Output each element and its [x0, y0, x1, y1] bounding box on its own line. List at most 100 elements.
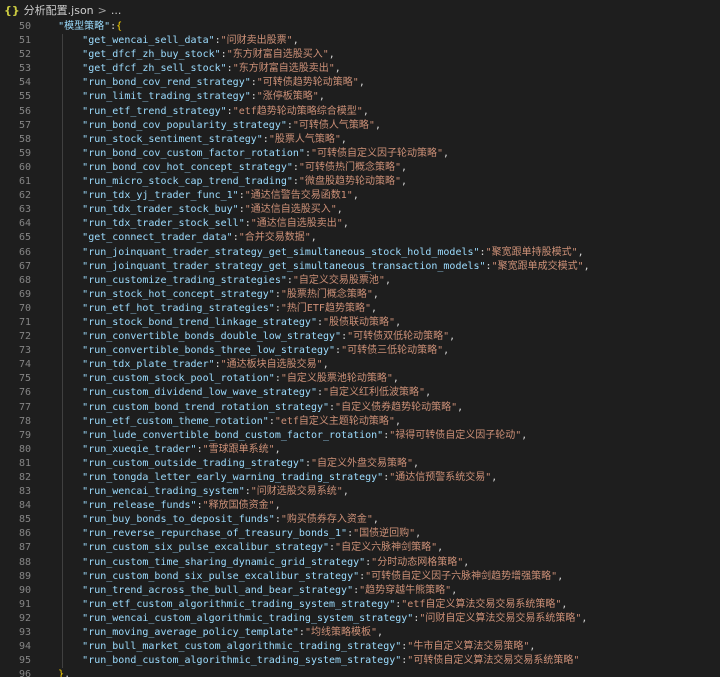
line-number: 67 — [18, 260, 31, 272]
comma: , — [437, 542, 444, 554]
json-value: "均线策略模板" — [304, 627, 377, 639]
comma: , — [352, 190, 359, 202]
code-line: 51 "get_wencai_sell_data":"问财卖出股票", — [0, 34, 720, 49]
code-line: 61 "run_micro_stock_cap_trend_trading":"… — [0, 175, 720, 190]
line-number: 76 — [18, 387, 31, 399]
line-code: "get_dfcf_zh_sell_stock":"东方财富自选股卖出", — [34, 62, 341, 76]
json-key: "run_tdx_plate_trader" — [82, 359, 215, 371]
line-number: 90 — [18, 584, 31, 596]
comma: , — [581, 612, 588, 624]
json-key: "run_etf_hot_trading_strategies" — [82, 302, 275, 314]
json-key: "run_bond_cov_popularity_strategy" — [82, 119, 287, 131]
json-key: "run_custom_time_sharing_dynamic_grid_st… — [82, 556, 366, 568]
line-number: 83 — [18, 486, 31, 498]
line-number: 53 — [18, 63, 31, 75]
json-key: "get_connect_trader_data" — [82, 232, 233, 244]
code-line: 78 "run_etf_custom_theme_rotation":"etf自… — [0, 414, 720, 429]
open-brace: { — [116, 21, 123, 32]
json-key: "get_wencai_sell_data" — [82, 35, 215, 47]
line-code: "run_stock_bond_trend_linkage_strategy":… — [34, 316, 401, 330]
json-value: "可转债自定义算法交易交易系统策略" — [407, 655, 580, 667]
json-key: "run_bond_cov_custom_factor_rotation" — [82, 147, 305, 159]
line-number: 88 — [18, 556, 31, 568]
json-value: "牛市自定义算法交易策略" — [407, 641, 530, 653]
line-number: 63 — [18, 204, 31, 216]
breadcrumb-more[interactable]: ... — [111, 4, 122, 17]
json-key: "run_etf_custom_algorithmic_trading_syst… — [82, 598, 396, 610]
comma: , — [491, 472, 498, 483]
code-line: 54 "run_bond_cov_rend_strategy":"可转债趋势轮动… — [0, 76, 720, 91]
breadcrumb-file-name[interactable]: 分析配置.json — [24, 2, 94, 18]
json-key: "run_stock_sentiment_strategy" — [82, 133, 263, 145]
chevron-right-icon: > — [97, 3, 107, 17]
json-value: "自定义交易股票池" — [292, 274, 385, 286]
json-value: "微盘股趋势轮动策略" — [298, 176, 401, 188]
line-number: 62 — [18, 190, 31, 202]
line-number: 58 — [18, 133, 31, 145]
line-number: 92 — [18, 612, 31, 624]
line-code: "run_tdx_plate_trader":"通达板块自选股交易", — [34, 358, 329, 372]
json-value: "聚宽跟单成交模式" — [491, 260, 584, 272]
json-value: "东方财富自选股买入" — [226, 49, 329, 61]
line-code: "run_custom_bond_trend_rotation_strategy… — [34, 401, 463, 415]
code-line: 63 "run_tdx_trader_stock_buy":"通达信自选股买入"… — [0, 203, 720, 218]
code-line: 83 "run_wencai_trading_system":"问财选股交易系统… — [0, 485, 720, 500]
comma: , — [577, 246, 584, 258]
json-value: "国债逆回购" — [353, 528, 416, 540]
code-line: 69 "run_stock_hot_concept_strategy":"股票热… — [0, 287, 720, 302]
comma: , — [310, 232, 317, 244]
json-key: "run_convertible_bonds_three_low_strateg… — [82, 345, 336, 357]
line-code: "run_etf_trend_strategy":"etf趋势轮动策略综合模型"… — [34, 105, 369, 119]
code-line: 89 "run_custom_bond_six_pulse_excalibur_… — [0, 569, 720, 584]
line-code: "run_wencai_custom_algorithmic_trading_s… — [34, 612, 587, 626]
comma: , — [342, 218, 349, 230]
json-key: "run_bond_cov_hot_concept_strategy" — [82, 161, 293, 173]
line-number: 54 — [18, 77, 31, 89]
line-code: "run_bull_market_custom_algorithmic_trad… — [34, 640, 535, 654]
code-line: 80 "run_xueqie_trader":"雪球跟单系统", — [0, 442, 720, 457]
json-value: "股票人气策略" — [268, 133, 341, 145]
line-number: 75 — [18, 373, 31, 385]
comma: , — [451, 584, 458, 596]
json-key: "run_custom_outside_trading_strategy" — [82, 457, 305, 469]
json-value: "聚宽跟单持股模式" — [485, 246, 578, 258]
code-line: 57 "run_bond_cov_popularity_strategy":"可… — [0, 118, 720, 133]
line-code: "run_convertible_bonds_double_low_strate… — [34, 330, 455, 344]
line-number: 93 — [18, 627, 31, 639]
json-key: "run_custom_bond_six_pulse_excalibur_str… — [82, 570, 360, 582]
line-number: 94 — [18, 641, 31, 653]
code-line: 87 "run_custom_six_pulse_excalibur_strat… — [0, 541, 720, 556]
json-value: "通达信自选股买入" — [244, 204, 337, 216]
line-number: 85 — [18, 514, 31, 526]
json-value: "自定义股票池轮动策略" — [280, 373, 393, 385]
line-code: "run_reverse_repurchase_of_treasury_bond… — [34, 527, 421, 541]
line-number: 78 — [18, 415, 31, 427]
json-key: "run_reverse_repurchase_of_treasury_bond… — [82, 528, 348, 540]
json-value: "通达信自选股卖出" — [250, 218, 343, 230]
code-line: 92 "run_wencai_custom_algorithmic_tradin… — [0, 611, 720, 627]
code-line: 65 "get_connect_trader_data":"合并交易数据", — [0, 231, 720, 246]
line-code: "run_bond_cov_hot_concept_strategy":"可转债… — [34, 161, 407, 175]
json-value: "雪球跟单系统" — [202, 443, 275, 455]
json-key: "run_tdx_trader_stock_sell" — [82, 218, 245, 230]
line-code: "run_limit_trading_strategy":"涨停板策略", — [34, 90, 325, 104]
line-code: "run_release_funds":"释放国债资金", — [34, 499, 281, 513]
code-line: 72 "run_convertible_bonds_double_low_str… — [0, 330, 720, 345]
comma: , — [561, 598, 568, 610]
code-editor[interactable]: 50 "模型策略":{51 "get_wencai_sell_data":"问财… — [0, 20, 720, 677]
line-code: "run_moving_average_policy_template":"均线… — [34, 626, 383, 640]
line-code: "run_lude_convertible_bond_custom_factor… — [34, 429, 527, 443]
line-number: 91 — [18, 598, 31, 610]
comma: , — [415, 528, 422, 540]
code-line: 56 "run_etf_trend_strategy":"etf趋势轮动策略综合… — [0, 104, 720, 119]
json-key: "run_etf_custom_theme_rotation" — [82, 415, 269, 427]
comma: , — [457, 401, 464, 413]
json-key: "run_etf_trend_strategy" — [82, 105, 227, 117]
line-code: "run_custom_dividend_low_wave_strategy":… — [34, 386, 431, 400]
json-key: "run_moving_average_policy_template" — [82, 627, 299, 639]
line-code: "run_custom_bond_six_pulse_excalibur_str… — [34, 570, 563, 584]
line-number: 87 — [18, 542, 31, 554]
comma: , — [374, 119, 381, 131]
line-number: 96 — [18, 669, 31, 677]
line-code: "run_custom_six_pulse_excalibur_strategy… — [34, 541, 443, 555]
